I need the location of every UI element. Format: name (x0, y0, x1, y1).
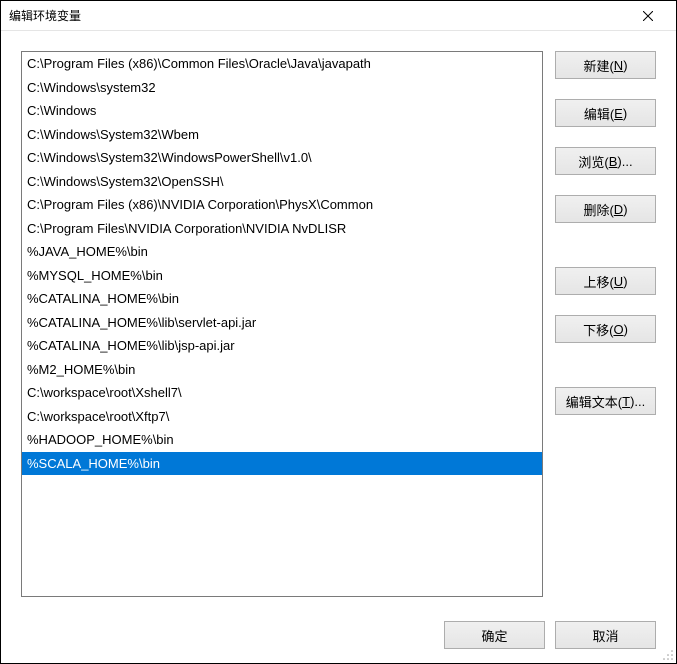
path-listbox[interactable]: C:\Program Files (x86)\Common Files\Orac… (21, 51, 543, 597)
list-item[interactable]: C:\Windows\System32\Wbem (22, 123, 542, 147)
list-item[interactable]: %CATALINA_HOME%\bin (22, 287, 542, 311)
new-button[interactable]: 新建(N) (555, 51, 656, 79)
list-item[interactable]: C:\Windows (22, 99, 542, 123)
edit-text-button[interactable]: 编辑文本(T)... (555, 387, 656, 415)
edit-button[interactable]: 编辑(E) (555, 99, 656, 127)
close-icon (643, 11, 653, 21)
list-item[interactable]: C:\Program Files\NVIDIA Corporation\NVID… (22, 217, 542, 241)
dialog-footer: 确定 取消 (1, 607, 676, 663)
list-item[interactable]: C:\Windows\System32\WindowsPowerShell\v1… (22, 146, 542, 170)
list-item[interactable]: C:\workspace\root\Xftp7\ (22, 405, 542, 429)
cancel-button[interactable]: 取消 (555, 621, 656, 649)
list-item[interactable]: %CATALINA_HOME%\lib\jsp-api.jar (22, 334, 542, 358)
list-item[interactable]: %JAVA_HOME%\bin (22, 240, 542, 264)
side-buttons: 新建(N) 编辑(E) 浏览(B)... 删除(D) 上移(U) (555, 51, 656, 597)
list-item[interactable]: %CATALINA_HOME%\lib\servlet-api.jar (22, 311, 542, 335)
window-title: 编辑环境变量 (9, 7, 628, 24)
list-item[interactable]: C:\Program Files (x86)\Common Files\Orac… (22, 52, 542, 76)
list-item[interactable]: C:\Program Files (x86)\NVIDIA Corporatio… (22, 193, 542, 217)
move-up-button[interactable]: 上移(U) (555, 267, 656, 295)
list-item[interactable]: C:\workspace\root\Xshell7\ (22, 381, 542, 405)
list-item[interactable]: C:\Windows\System32\OpenSSH\ (22, 170, 542, 194)
resize-grip-icon[interactable] (662, 649, 674, 661)
delete-button[interactable]: 删除(D) (555, 195, 656, 223)
ok-button[interactable]: 确定 (444, 621, 545, 649)
title-bar: 编辑环境变量 (1, 1, 676, 31)
close-button[interactable] (628, 1, 668, 31)
move-down-button[interactable]: 下移(O) (555, 315, 656, 343)
list-item[interactable]: %SCALA_HOME%\bin (22, 452, 542, 476)
list-item[interactable]: %MYSQL_HOME%\bin (22, 264, 542, 288)
list-item[interactable]: %M2_HOME%\bin (22, 358, 542, 382)
list-item[interactable]: %HADOOP_HOME%\bin (22, 428, 542, 452)
browse-button[interactable]: 浏览(B)... (555, 147, 656, 175)
list-item[interactable]: C:\Windows\system32 (22, 76, 542, 100)
